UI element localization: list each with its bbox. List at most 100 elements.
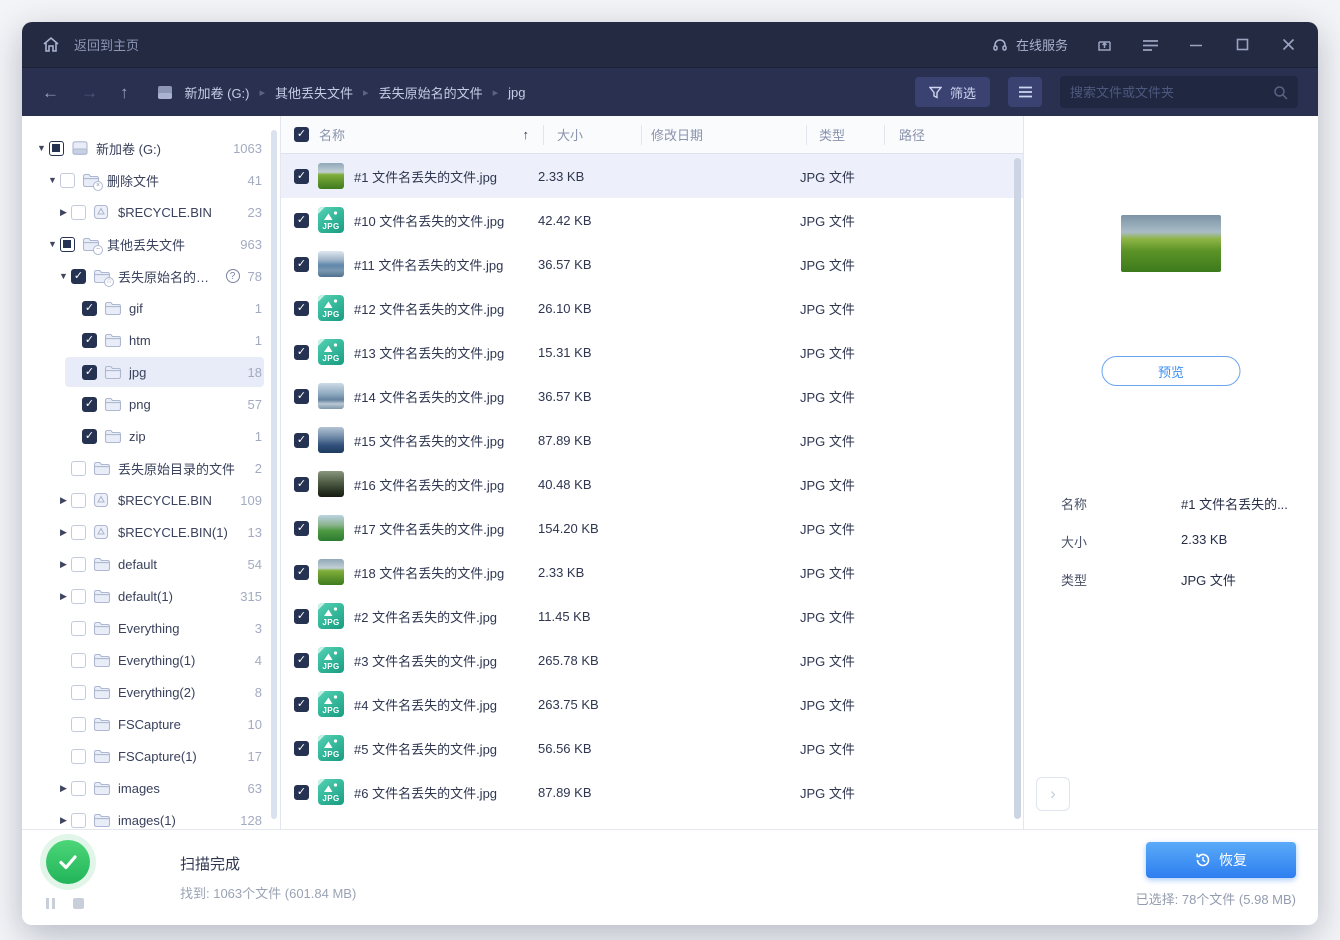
tree-item-jpg[interactable]: jpg18: [22, 356, 280, 388]
table-row[interactable]: JPG#4 文件名丢失的文件.jpg263.75 KBJPG 文件: [281, 682, 1023, 726]
pause-scan-button[interactable]: [46, 898, 55, 909]
breadcrumb-segment-3[interactable]: jpg: [508, 85, 525, 100]
search-icon[interactable]: [1273, 85, 1288, 100]
sidebar-scrollbar[interactable]: [271, 130, 277, 819]
tree-checkbox[interactable]: [71, 653, 86, 668]
tree-checkbox[interactable]: [71, 717, 86, 732]
tree-item-_[interactable]: 丢失原始目录的文件2: [22, 452, 280, 484]
row-checkbox[interactable]: [294, 609, 309, 624]
tree-item-$RECYCLE.BIN(1)[interactable]: ▶$RECYCLE.BIN(1)13: [22, 516, 280, 548]
tree-expand-arrow-icon[interactable]: ▶: [56, 495, 71, 506]
tree-checkbox[interactable]: [82, 365, 97, 380]
tree-expand-arrow-icon[interactable]: ▶: [56, 207, 71, 218]
tree-checkbox[interactable]: [82, 429, 97, 444]
column-header-type[interactable]: 类型: [807, 125, 885, 145]
tree-expand-arrow-icon[interactable]: ▼: [45, 175, 60, 185]
help-icon[interactable]: ?: [226, 269, 240, 283]
tree-expand-arrow-icon[interactable]: ▶: [56, 527, 71, 538]
tree-checkbox[interactable]: [71, 589, 86, 604]
tree-item-FSCapture(1)[interactable]: FSCapture(1)17: [22, 740, 280, 772]
tree-checkbox[interactable]: [71, 525, 86, 540]
close-button[interactable]: [1278, 35, 1298, 55]
table-row[interactable]: #18 文件名丢失的文件.jpg2.33 KBJPG 文件: [281, 550, 1023, 594]
tree-expand-arrow-icon[interactable]: ▶: [56, 815, 71, 826]
tree-item-_[interactable]: ▼☆丢失原始名的文件?78: [22, 260, 280, 292]
row-checkbox[interactable]: [294, 565, 309, 580]
tree-item-_[interactable]: ▼−其他丢失文件963: [22, 228, 280, 260]
row-checkbox[interactable]: [294, 521, 309, 536]
table-row[interactable]: JPG#13 文件名丢失的文件.jpg15.31 KBJPG 文件: [281, 330, 1023, 374]
column-header-path[interactable]: 路径: [885, 125, 1023, 145]
online-service-button[interactable]: 在线服务: [992, 35, 1068, 54]
minimize-button[interactable]: [1186, 35, 1206, 55]
row-checkbox[interactable]: [294, 433, 309, 448]
tree-checkbox[interactable]: [71, 685, 86, 700]
recover-button[interactable]: 恢复: [1146, 842, 1296, 878]
tree-item-images(1)[interactable]: ▶images(1)128: [22, 804, 280, 829]
row-checkbox[interactable]: [294, 257, 309, 272]
tree-expand-arrow-icon[interactable]: ▶: [56, 559, 71, 570]
tree-item-gif[interactable]: gif1: [22, 292, 280, 324]
tree-checkbox[interactable]: [82, 397, 97, 412]
tree-checkbox[interactable]: [71, 621, 86, 636]
tree-checkbox[interactable]: [71, 461, 86, 476]
tree-checkbox[interactable]: [49, 141, 64, 156]
row-checkbox[interactable]: [294, 785, 309, 800]
tree-expand-arrow-icon[interactable]: ▶: [56, 783, 71, 794]
table-row[interactable]: #11 文件名丢失的文件.jpg36.57 KBJPG 文件: [281, 242, 1023, 286]
tree-item-htm[interactable]: htm1: [22, 324, 280, 356]
tree-checkbox[interactable]: [71, 205, 86, 220]
tree-item-$RECYCLE.BIN[interactable]: ▶$RECYCLE.BIN109: [22, 484, 280, 516]
collapse-panel-button[interactable]: ›: [1036, 777, 1070, 811]
table-row[interactable]: JPG#6 文件名丢失的文件.jpg87.89 KBJPG 文件: [281, 770, 1023, 814]
table-row[interactable]: JPG#12 文件名丢失的文件.jpg26.10 KBJPG 文件: [281, 286, 1023, 330]
filter-button[interactable]: 筛选: [915, 77, 990, 107]
row-checkbox[interactable]: [294, 169, 309, 184]
tree-checkbox[interactable]: [82, 301, 97, 316]
tree-expand-arrow-icon[interactable]: ▼: [56, 271, 71, 281]
tree-checkbox[interactable]: [71, 813, 86, 828]
sort-asc-icon[interactable]: ↑: [523, 127, 530, 142]
tree-item-_[interactable]: ▼×删除文件41: [22, 164, 280, 196]
column-header-date[interactable]: 修改日期: [642, 125, 807, 145]
tree-expand-arrow-icon[interactable]: ▼: [45, 239, 60, 249]
search-input[interactable]: [1070, 85, 1273, 100]
tree-checkbox[interactable]: [71, 557, 86, 572]
nav-back-button[interactable]: ←: [42, 84, 59, 101]
nav-up-button[interactable]: ↑: [120, 84, 129, 101]
tree-item-Everything[interactable]: Everything3: [22, 612, 280, 644]
breadcrumb-segment-1[interactable]: 其他丢失文件: [275, 83, 353, 102]
tree-checkbox[interactable]: [71, 749, 86, 764]
tree-checkbox[interactable]: [71, 781, 86, 796]
tree-item-zip[interactable]: zip1: [22, 420, 280, 452]
table-row[interactable]: JPG#5 文件名丢失的文件.jpg56.56 KBJPG 文件: [281, 726, 1023, 770]
select-all-checkbox[interactable]: [294, 127, 309, 142]
stop-scan-button[interactable]: [73, 898, 84, 909]
row-checkbox[interactable]: [294, 213, 309, 228]
breadcrumb-segment-2[interactable]: 丢失原始名的文件: [379, 83, 483, 102]
table-row[interactable]: #1 文件名丢失的文件.jpg2.33 KBJPG 文件: [281, 154, 1023, 198]
table-row[interactable]: JPG#10 文件名丢失的文件.jpg42.42 KBJPG 文件: [281, 198, 1023, 242]
back-to-home-label[interactable]: 返回到主页: [74, 35, 139, 54]
table-row[interactable]: #17 文件名丢失的文件.jpg154.20 KBJPG 文件: [281, 506, 1023, 550]
tree-item-FSCapture[interactable]: FSCapture10: [22, 708, 280, 740]
tree-checkbox[interactable]: [60, 237, 75, 252]
preview-button[interactable]: 预览: [1102, 356, 1241, 386]
upgrade-icon[interactable]: [1094, 35, 1114, 55]
home-icon[interactable]: [42, 36, 60, 53]
row-checkbox[interactable]: [294, 389, 309, 404]
nav-forward-button[interactable]: →: [81, 84, 98, 101]
tree-item-images[interactable]: ▶images63: [22, 772, 280, 804]
menu-icon[interactable]: [1140, 35, 1160, 55]
row-checkbox[interactable]: [294, 301, 309, 316]
table-row[interactable]: #16 文件名丢失的文件.jpg40.48 KBJPG 文件: [281, 462, 1023, 506]
column-header-name[interactable]: 名称 ↑: [318, 125, 544, 145]
tree-item-default(1)[interactable]: ▶default(1)315: [22, 580, 280, 612]
tree-item-$RECYCLE.BIN[interactable]: ▶$RECYCLE.BIN23: [22, 196, 280, 228]
list-view-button[interactable]: [1008, 77, 1042, 107]
search-box[interactable]: [1060, 76, 1298, 108]
tree-checkbox[interactable]: [82, 333, 97, 348]
maximize-button[interactable]: [1232, 35, 1252, 55]
row-checkbox[interactable]: [294, 477, 309, 492]
table-row[interactable]: #15 文件名丢失的文件.jpg87.89 KBJPG 文件: [281, 418, 1023, 462]
